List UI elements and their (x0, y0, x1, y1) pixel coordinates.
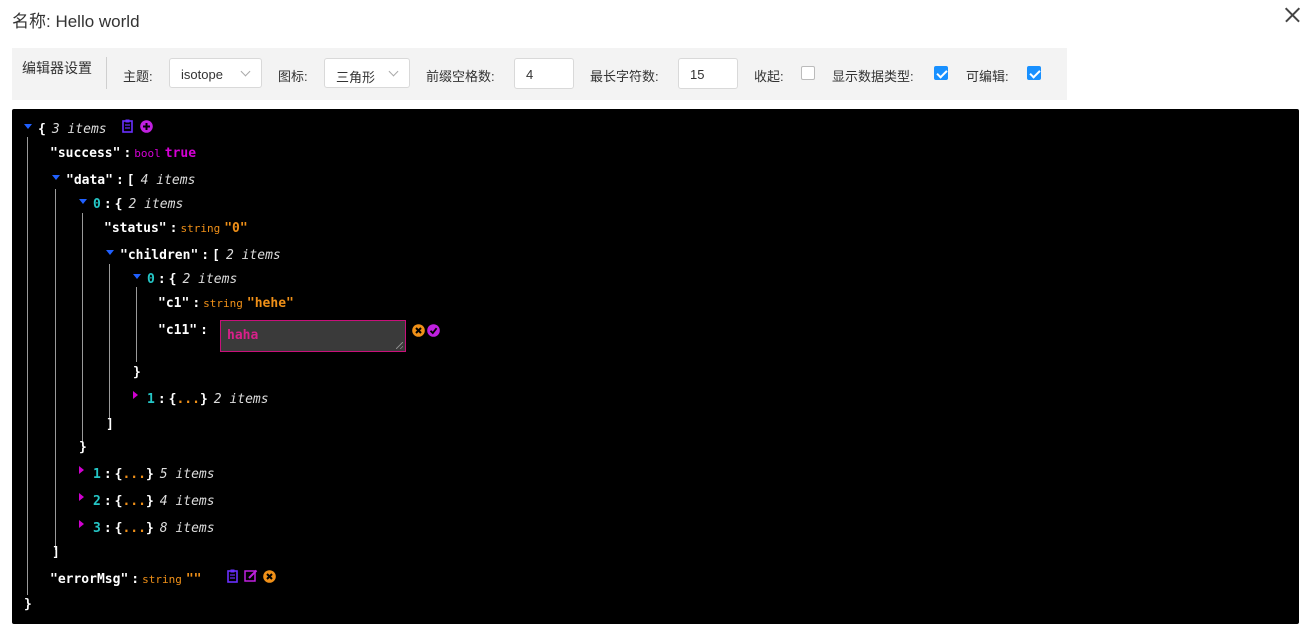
add-icon[interactable] (140, 120, 153, 133)
settings-divider (106, 57, 107, 89)
collapse-label: 收起: (754, 69, 784, 84)
child-0-close: } (133, 365, 141, 380)
item-2-line: 2: {...} 4 items (93, 494, 215, 509)
max-string-label: 最长字符数: (590, 69, 659, 84)
max-string-input-value: 15 (690, 67, 705, 82)
close-icon[interactable] (1282, 5, 1302, 25)
show-types-checkbox[interactable] (934, 66, 948, 80)
copy-icon[interactable] (227, 569, 240, 583)
expand-icon[interactable] (133, 274, 141, 279)
c11-edit-textarea[interactable]: haha (220, 320, 406, 352)
errormsg-value[interactable]: "" (186, 572, 202, 587)
copy-icon[interactable] (122, 119, 135, 133)
success-value[interactable]: true (165, 146, 196, 161)
indent-guide (27, 137, 28, 595)
expand-icon[interactable] (52, 175, 60, 180)
data-close: ] (52, 545, 60, 560)
indent-guide (109, 264, 110, 419)
type-label: bool (134, 147, 161, 160)
dialog-header: 名称: Hello world (12, 0, 1302, 36)
remove-icon[interactable] (263, 570, 276, 583)
errormsg-line: "errorMsg": string "" (50, 572, 202, 587)
collapse-checkbox[interactable] (801, 66, 815, 80)
data-line: "data":[4 items (66, 173, 196, 188)
expand-icon[interactable] (79, 199, 87, 204)
ellipsis[interactable]: ... (122, 467, 145, 482)
icon-style-select-value: 三角形 (336, 70, 376, 85)
ellipsis[interactable]: ... (122, 494, 145, 509)
settings-section-label: 编辑器设置 (22, 60, 92, 76)
confirm-icon[interactable] (427, 324, 440, 337)
theme-select-value: isotope (181, 67, 223, 82)
type-label: string (142, 573, 182, 586)
item-1-line: 1: {...} 5 items (93, 467, 215, 482)
collapse-icon[interactable] (133, 391, 138, 399)
json-editor: {3 items "success": bool true "data":[4 it… (12, 109, 1299, 624)
c11-edit-value: haha (227, 328, 259, 343)
item-3-line: 3: {...} 8 items (93, 521, 215, 536)
children-close: ] (106, 417, 114, 432)
resize-handle[interactable] (396, 342, 403, 349)
c1-value[interactable]: "hehe" (247, 296, 294, 311)
dialog-title: 名称: Hello world (12, 12, 140, 31)
theme-select[interactable]: isotope (169, 58, 262, 88)
success-line: "success": bool true (50, 146, 197, 161)
max-string-input[interactable]: 15 (678, 58, 738, 89)
collapse-icon[interactable] (79, 466, 84, 474)
type-label: string (203, 297, 243, 310)
collapse-icon[interactable] (79, 493, 84, 501)
status-value[interactable]: "0" (224, 221, 247, 236)
editor-settings-bar: 编辑器设置 主题: isotope 图标: 三角形 前缀空格数: 4 最长字符数… (12, 48, 1067, 100)
child-0-line: 0:{2 items (147, 272, 238, 287)
indent-guide (55, 189, 56, 550)
root-close: } (24, 597, 32, 612)
expand-icon[interactable] (24, 124, 32, 129)
c11-line: "c11": (158, 323, 208, 338)
root-line: {3 items (38, 122, 107, 137)
indent-guide (82, 213, 83, 443)
indent-label: 前缀空格数: (426, 69, 495, 84)
editable-label: 可编辑: (966, 69, 1009, 84)
edit-icon[interactable] (244, 569, 258, 583)
theme-label: 主题: (123, 69, 153, 84)
children-line: "children":[2 items (120, 248, 281, 263)
ellipsis[interactable]: ... (176, 392, 199, 407)
ellipsis[interactable]: ... (122, 521, 145, 536)
status-line: "status": string "0" (104, 221, 248, 236)
icon-style-select[interactable]: 三角形 (324, 58, 410, 88)
icon-style-label: 图标: (278, 69, 308, 84)
chevron-down-icon (240, 66, 251, 77)
editable-checkbox[interactable] (1027, 66, 1041, 80)
indent-input-value: 4 (526, 67, 534, 82)
item-0-line: 0:{2 items (93, 197, 184, 212)
cancel-icon[interactable] (412, 324, 425, 337)
child-1-line: 1: {...} 2 items (147, 392, 269, 407)
collapse-icon[interactable] (79, 520, 84, 528)
expand-icon[interactable] (106, 250, 114, 255)
chevron-down-icon (388, 66, 399, 77)
root-count: 3 items (51, 122, 107, 137)
indent-input[interactable]: 4 (514, 58, 574, 89)
item-0-close: } (79, 440, 87, 455)
show-types-label: 显示数据类型: (832, 69, 914, 84)
indent-guide (136, 287, 137, 362)
c1-line: "c1": string "hehe" (158, 296, 294, 311)
type-label: string (180, 222, 221, 235)
